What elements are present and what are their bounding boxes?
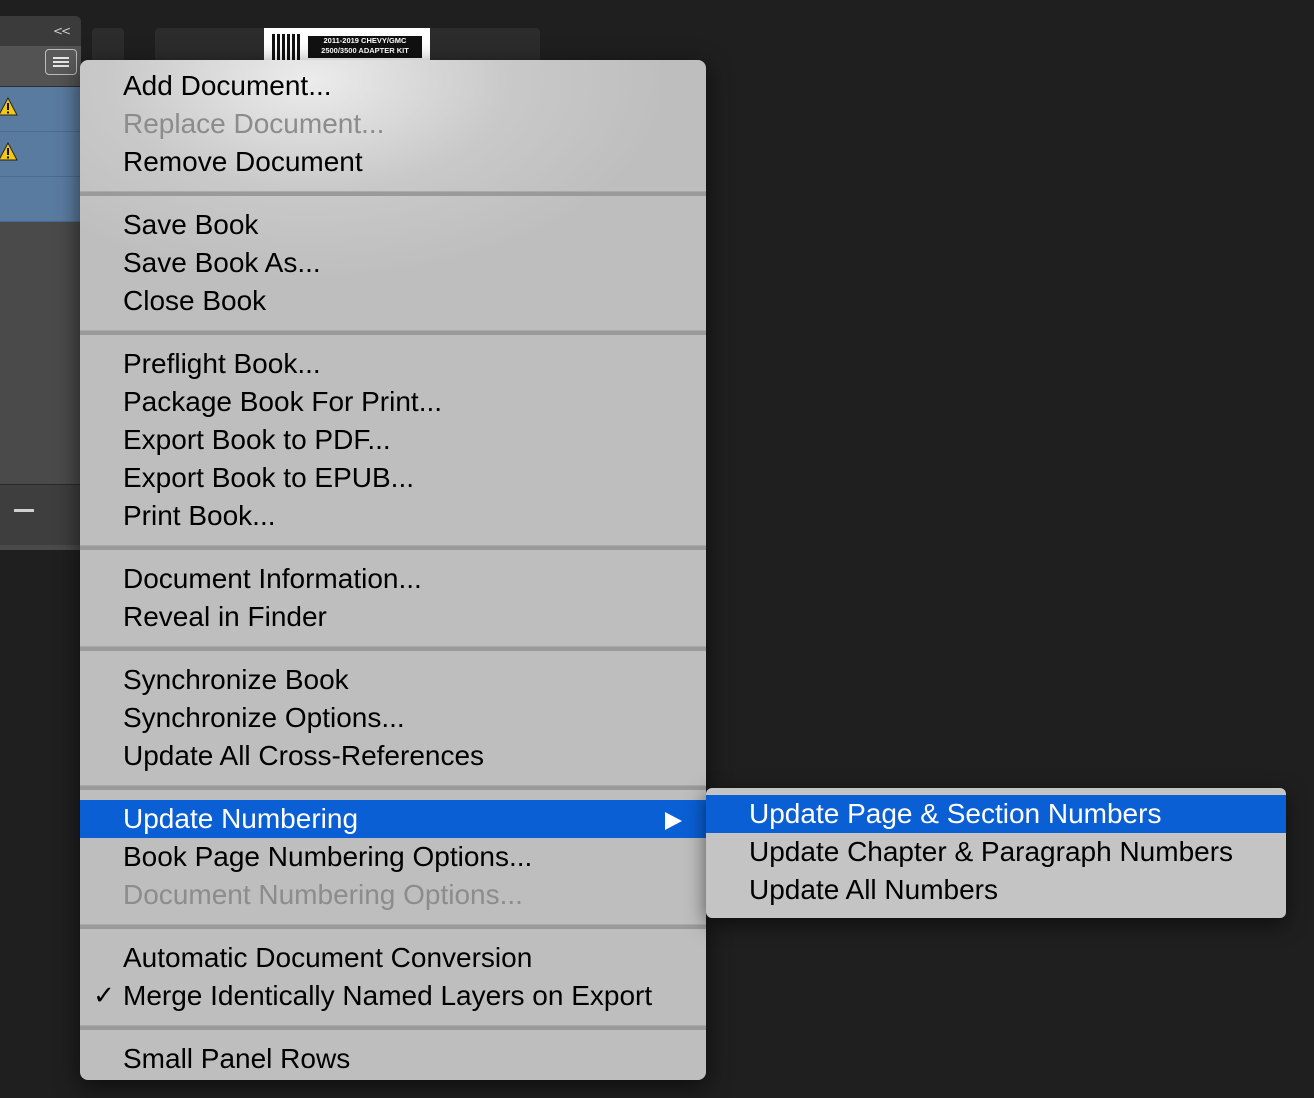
submenu-item-label: Update Chapter & Paragraph Numbers	[749, 836, 1234, 867]
menu-item-label: Book Page Numbering Options...	[123, 841, 533, 872]
panel-menu-button[interactable]	[45, 49, 77, 75]
menu-item-label: Remove Document	[123, 146, 363, 177]
menu-item-remove-document[interactable]: Remove Document	[80, 143, 706, 181]
menu-item-label: Small Panel Rows	[123, 1043, 351, 1074]
menu-item-synchronize-book[interactable]: Synchronize Book	[80, 661, 706, 699]
hamburger-line	[53, 61, 69, 63]
submenu-item-update-chapter-and-paragraph-numbers[interactable]: Update Chapter & Paragraph Numbers	[706, 833, 1286, 871]
document-thumbnail: 2011-2019 CHEVY/GMC 2500/3500 ADAPTER KI…	[264, 28, 430, 62]
menu-separator	[80, 330, 706, 335]
menu-item-label: Replace Document...	[123, 108, 385, 139]
book-document-row[interactable]	[0, 132, 81, 177]
menu-item-label: Synchronize Options...	[123, 702, 405, 733]
warning-icon	[0, 97, 18, 116]
document-tab-left[interactable]	[92, 28, 124, 60]
collapse-panel-icon[interactable]: <<	[51, 22, 71, 40]
menu-item-synchronize-options[interactable]: Synchronize Options...	[80, 699, 706, 737]
menu-item-automatic-document-conversion[interactable]: Automatic Document Conversion	[80, 939, 706, 977]
logo-icon	[272, 34, 300, 62]
menu-item-label: Document Numbering Options...	[123, 879, 523, 910]
menu-item-save-book[interactable]: Save Book	[80, 206, 706, 244]
panel-tab-bar: <<	[0, 16, 81, 46]
panel-footer	[0, 484, 81, 545]
book-document-row[interactable]	[0, 87, 81, 132]
menu-item-label: Export Book to EPUB...	[123, 462, 415, 493]
menu-item-label: Save Book As...	[123, 247, 321, 278]
menu-item-label: Close Book	[123, 285, 267, 316]
panel-header	[0, 46, 81, 87]
menu-separator	[80, 191, 706, 196]
hamburger-line	[53, 65, 69, 67]
menu-item-merge-identically-named-layers-on-export[interactable]: ✓ Merge Identically Named Layers on Expor…	[80, 977, 706, 1015]
menu-item-label: Add Document...	[123, 70, 332, 101]
submenu-item-label: Update All Numbers	[749, 874, 999, 905]
panel-list-empty-area	[0, 222, 81, 484]
submenu-item-label: Update Page & Section Numbers	[749, 798, 1162, 829]
thumbnail-caption: 2011-2019 CHEVY/GMC 2500/3500 ADAPTER KI…	[308, 36, 422, 58]
menu-item-replace-document: Replace Document...	[80, 105, 706, 143]
submenu-item-update-page-and-section-numbers[interactable]: Update Page & Section Numbers	[706, 795, 1286, 833]
menu-separator	[80, 785, 706, 790]
remove-document-icon[interactable]	[14, 509, 34, 512]
menu-item-label: Document Information...	[123, 563, 422, 594]
menu-item-label: Save Book	[123, 209, 259, 240]
menu-item-package-book-for-print[interactable]: Package Book For Print...	[80, 383, 706, 421]
menu-item-label: Synchronize Book	[123, 664, 349, 695]
menu-item-label: Print Book...	[123, 500, 276, 531]
menu-item-update-numbering[interactable]: Update Numbering	[80, 800, 706, 838]
book-panel-context-menu: Add Document... Replace Document... Remove…	[80, 60, 706, 1080]
menu-item-label: Reveal in Finder	[123, 601, 327, 632]
menu-item-reveal-in-finder[interactable]: Reveal in Finder	[80, 598, 706, 636]
checkmark-icon: ✓	[93, 981, 115, 1011]
menu-separator	[80, 545, 706, 550]
menu-separator	[80, 924, 706, 929]
menu-item-label: Export Book to PDF...	[123, 424, 391, 455]
menu-item-label: Automatic Document Conversion	[123, 942, 533, 973]
menu-item-preflight-book[interactable]: Preflight Book...	[80, 345, 706, 383]
menu-separator	[80, 1025, 706, 1030]
menu-item-label: Package Book For Print...	[123, 386, 443, 417]
warning-icon	[0, 142, 18, 161]
menu-item-add-document[interactable]: Add Document...	[80, 67, 706, 105]
menu-item-small-panel-rows[interactable]: Small Panel Rows	[80, 1040, 706, 1078]
menu-item-label: Update All Cross-References	[123, 740, 485, 771]
thumbnail-line-1: 2011-2019 CHEVY/GMC	[323, 36, 407, 45]
menu-item-document-information[interactable]: Document Information...	[80, 560, 706, 598]
submenu-item-update-all-numbers[interactable]: Update All Numbers	[706, 871, 1286, 909]
submenu-arrow-icon	[665, 812, 682, 830]
menu-item-document-numbering-options: Document Numbering Options...	[80, 876, 706, 914]
menu-item-export-book-to-epub[interactable]: Export Book to EPUB...	[80, 459, 706, 497]
menu-separator	[80, 646, 706, 651]
update-numbering-submenu: Update Page & Section Numbers Update Chap…	[706, 788, 1286, 918]
menu-item-label: Preflight Book...	[123, 348, 321, 379]
thumbnail-line-2: 2500/3500 ADAPTER KIT	[321, 46, 409, 55]
menu-item-export-book-to-pdf[interactable]: Export Book to PDF...	[80, 421, 706, 459]
book-panel: <<	[0, 16, 81, 550]
book-document-row[interactable]	[0, 177, 81, 222]
hamburger-line	[53, 57, 69, 59]
menu-item-print-book[interactable]: Print Book...	[80, 497, 706, 535]
menu-item-book-page-numbering-options[interactable]: Book Page Numbering Options...	[80, 838, 706, 876]
menu-item-label: Update Numbering	[123, 803, 359, 834]
menu-item-update-all-cross-references[interactable]: Update All Cross-References	[80, 737, 706, 775]
menu-item-save-book-as[interactable]: Save Book As...	[80, 244, 706, 282]
menu-item-label: Merge Identically Named Layers on Export	[123, 980, 653, 1011]
menu-item-close-book[interactable]: Close Book	[80, 282, 706, 320]
